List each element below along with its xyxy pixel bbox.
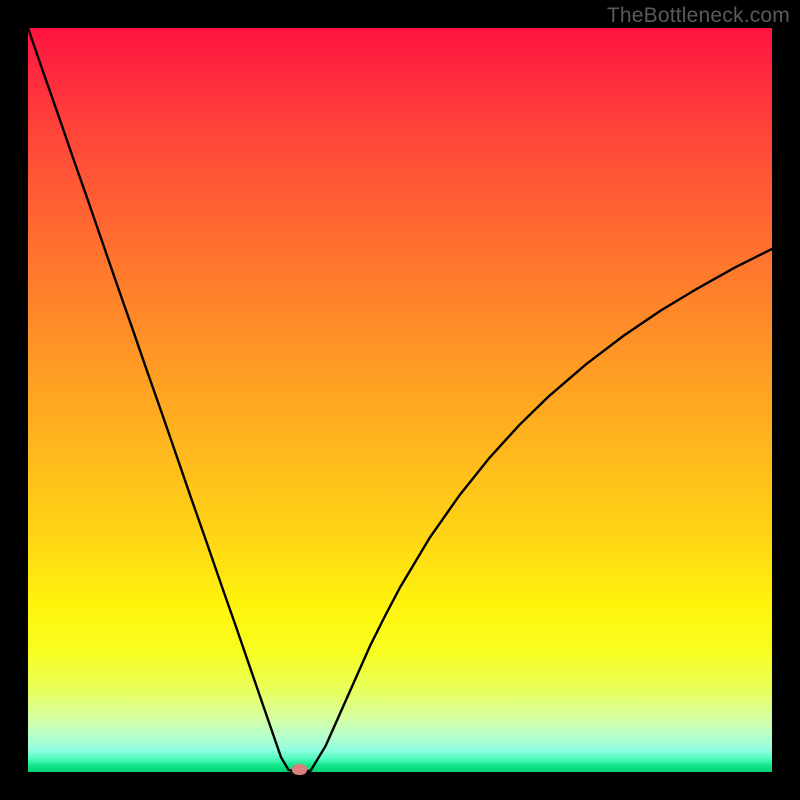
watermark-text: TheBottleneck.com	[607, 4, 790, 28]
chart-frame: TheBottleneck.com	[0, 0, 800, 800]
min-marker	[292, 764, 307, 775]
bottleneck-curve	[28, 28, 772, 772]
curve-path	[28, 28, 772, 772]
plot-area	[28, 28, 772, 772]
